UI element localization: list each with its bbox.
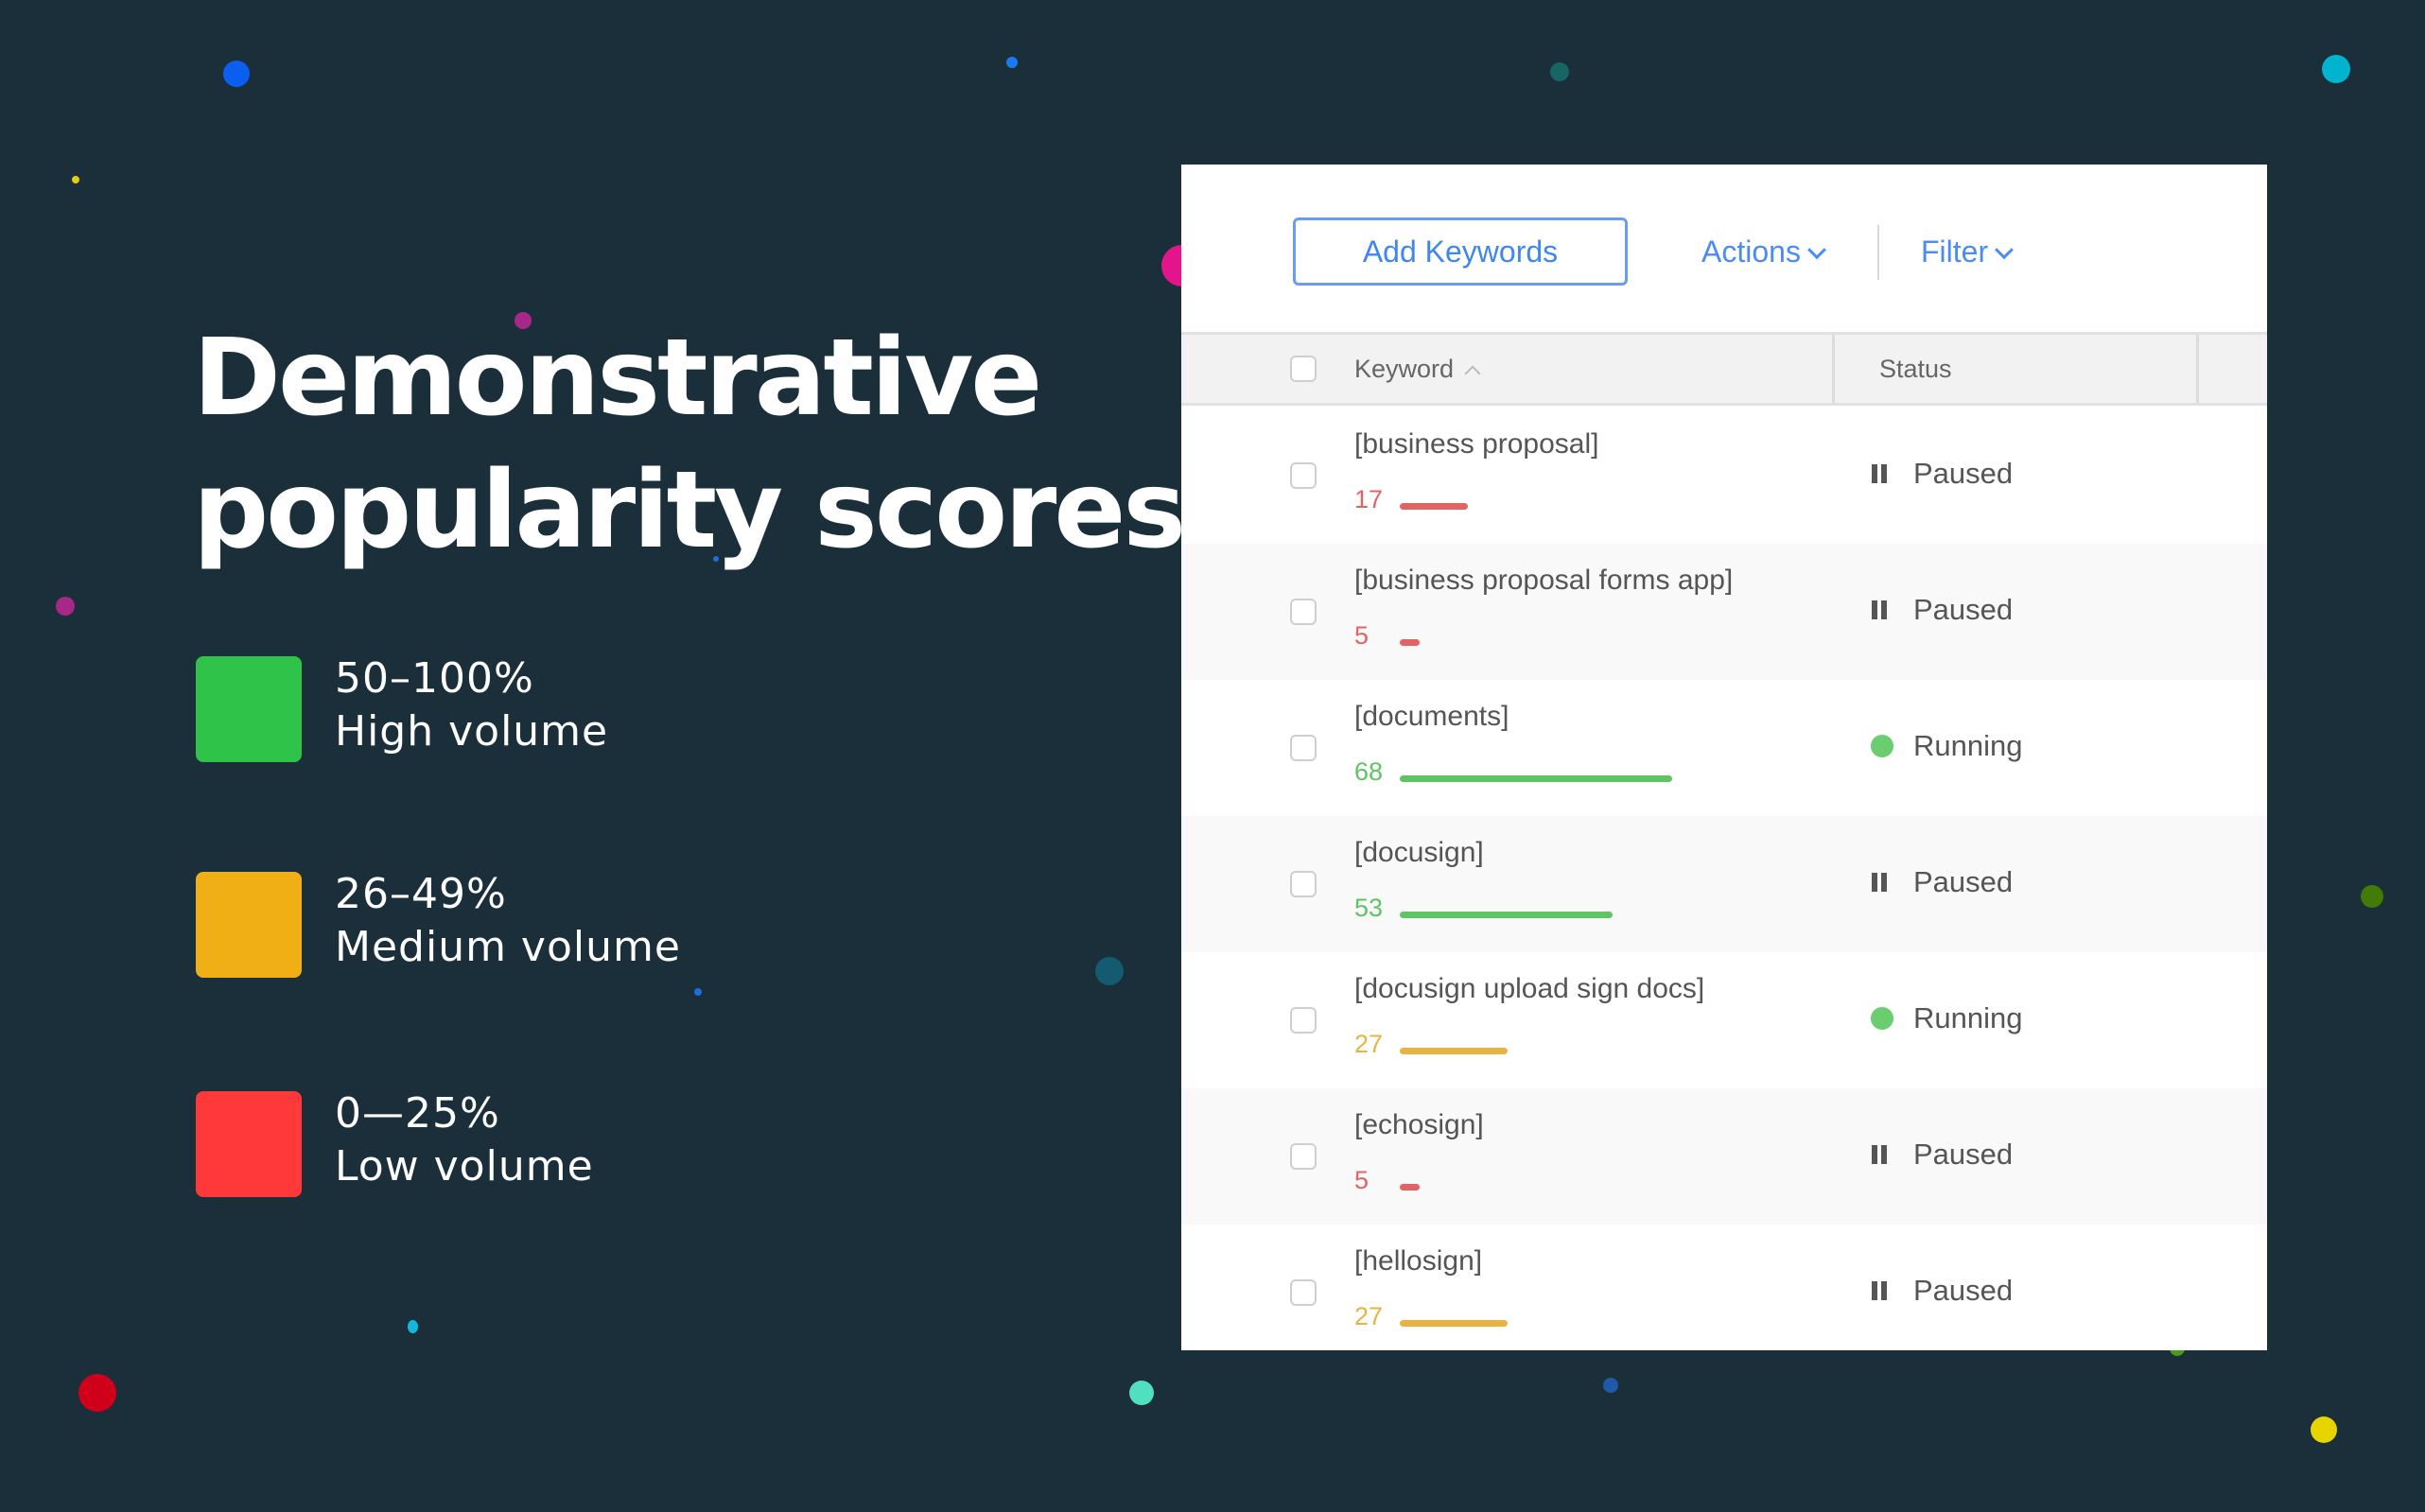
decorative-dot [2322, 55, 2350, 83]
status-label: Paused [1913, 593, 2014, 626]
table-row: [business proposal forms app] 5 Paused [1181, 544, 2267, 680]
status-label: Running [1913, 729, 2023, 762]
legend-swatch-high [196, 656, 302, 762]
status-label: Paused [1913, 1138, 2014, 1171]
decorative-dot [1603, 1378, 1618, 1393]
filter-label: Filter [1921, 235, 1989, 269]
popularity-bar [1400, 1184, 1420, 1190]
legend-range: 0—25% [335, 1089, 500, 1138]
page-title-line-2: popularity scores [193, 449, 1186, 572]
row-checkbox[interactable] [1290, 462, 1317, 489]
legend-label: Low volume [335, 1142, 594, 1190]
popularity-score: 68 [1354, 757, 1384, 786]
column-header-keyword[interactable]: Keyword [1354, 335, 1481, 403]
status-label: Paused [1913, 457, 2014, 490]
popularity-score: 27 [1354, 1030, 1384, 1058]
chevron-down-icon [1995, 240, 2015, 260]
decorative-dot [408, 1320, 418, 1333]
decorative-dot [2311, 1416, 2337, 1443]
page-title: Demonstrative popularity scores [193, 312, 1186, 577]
table-row: [documents] 68 Running [1181, 680, 2267, 816]
legend-label: High volume [335, 707, 609, 756]
table-row: [docusign] 53 Paused [1181, 816, 2267, 952]
decorative-dot [79, 1374, 116, 1412]
decorative-dot [2361, 885, 2383, 908]
running-dot-icon [1871, 1007, 1893, 1030]
row-checkbox[interactable] [1290, 1279, 1317, 1306]
legend-range: 50–100% [335, 654, 534, 703]
keyword-text[interactable]: [echosign] [1354, 1109, 1484, 1141]
status-label: Paused [1913, 865, 2014, 898]
table-header: Keyword Status [1181, 332, 2267, 406]
row-checkbox[interactable] [1290, 1007, 1317, 1034]
filter-dropdown[interactable]: Filter [1921, 217, 2015, 286]
decorative-dot [72, 176, 79, 183]
status-label: Paused [1913, 1274, 2014, 1307]
popularity-bar [1400, 639, 1420, 646]
decorative-dot [56, 597, 75, 616]
legend-swatch-low [196, 1091, 302, 1197]
popularity-score: 5 [1354, 621, 1370, 650]
popularity-bar [1400, 775, 1672, 782]
table-row: [echosign] 5 Paused [1181, 1088, 2267, 1225]
legend-range: 26–49% [335, 870, 507, 918]
pause-icon [1871, 462, 1893, 485]
keyword-text[interactable]: [business proposal] [1354, 428, 1599, 461]
legend-label: Medium volume [335, 923, 681, 971]
decorative-dot [1550, 62, 1569, 81]
row-checkbox[interactable] [1290, 1143, 1317, 1170]
pause-icon [1871, 871, 1893, 894]
legend-item-high: 50–100% High volume [196, 654, 858, 762]
decorative-dot [1095, 957, 1124, 985]
row-checkbox[interactable] [1290, 871, 1317, 897]
keywords-panel: Add Keywords Actions Filter Keyword Stat… [1181, 165, 2267, 1350]
status-label: Running [1913, 1001, 2023, 1034]
running-dot-icon [1871, 735, 1893, 757]
column-header-status[interactable]: Status [1879, 335, 1952, 403]
keyword-text[interactable]: [docusign] [1354, 837, 1484, 869]
row-checkbox[interactable] [1290, 735, 1317, 761]
legend-item-medium: 26–49% Medium volume [196, 870, 858, 978]
sort-ascending-icon [1464, 365, 1481, 382]
popularity-bar [1400, 1320, 1508, 1327]
popularity-bar [1400, 912, 1613, 918]
decorative-dot [694, 988, 702, 996]
popularity-score: 5 [1354, 1166, 1370, 1194]
popularity-score: 17 [1354, 485, 1384, 513]
page-title-line-1: Demonstrative [193, 317, 1042, 440]
legend-item-low: 0—25% Low volume [196, 1089, 858, 1197]
table-row: [hellosign] 27 Paused [1181, 1225, 2267, 1350]
popularity-bar [1400, 1048, 1508, 1054]
add-keywords-button[interactable]: Add Keywords [1293, 217, 1628, 286]
legend-swatch-medium [196, 872, 302, 978]
row-checkbox[interactable] [1290, 599, 1317, 625]
decorative-dot [1006, 57, 1018, 68]
actions-dropdown[interactable]: Actions [1701, 217, 1826, 286]
popularity-bar [1400, 503, 1468, 510]
decorative-dot [1129, 1381, 1154, 1405]
popularity-score: 53 [1354, 894, 1384, 922]
column-divider[interactable] [1832, 335, 1835, 403]
keyword-text[interactable]: [hellosign] [1354, 1245, 1482, 1277]
keyword-table-body: [business proposal] 17 Paused [business … [1181, 408, 2267, 1350]
keyword-text[interactable]: [docusign upload sign docs] [1354, 973, 1704, 1005]
pause-icon [1871, 1279, 1893, 1302]
column-divider[interactable] [2196, 335, 2199, 403]
pause-icon [1871, 1143, 1893, 1166]
table-row: [docusign upload sign docs] 27 Running [1181, 952, 2267, 1088]
pause-icon [1871, 599, 1893, 621]
keyword-text[interactable]: [documents] [1354, 701, 1509, 733]
keyword-text[interactable]: [business proposal forms app] [1354, 565, 1733, 597]
actions-label: Actions [1701, 235, 1801, 269]
table-row: [business proposal] 17 Paused [1181, 408, 2267, 544]
select-all-checkbox[interactable] [1290, 356, 1317, 382]
toolbar: Add Keywords Actions Filter [1181, 165, 2267, 332]
chevron-down-icon [1807, 240, 1826, 260]
decorative-dot [223, 61, 250, 87]
popularity-score: 27 [1354, 1302, 1384, 1330]
toolbar-divider [1877, 225, 1879, 280]
